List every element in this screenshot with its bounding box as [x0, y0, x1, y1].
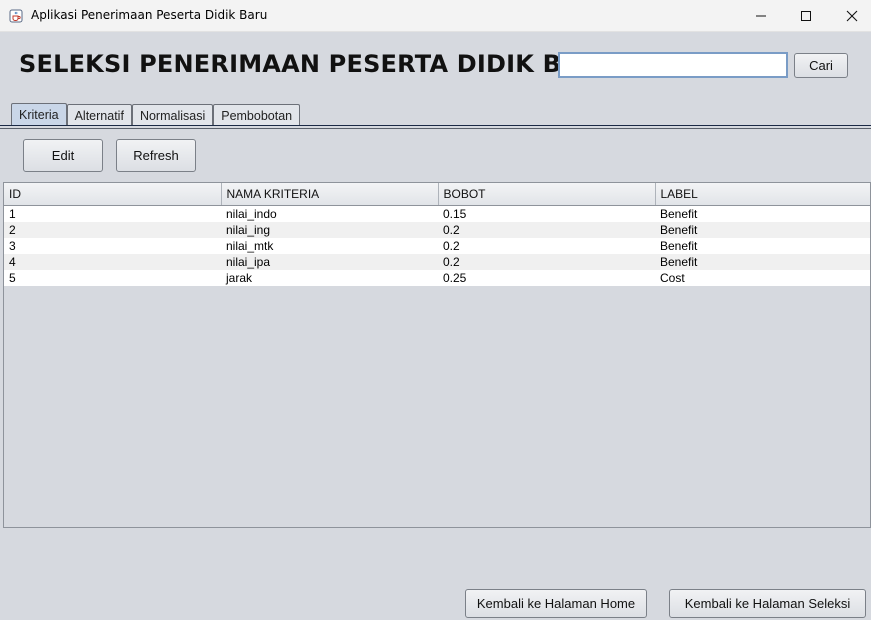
- column-header-bobot[interactable]: BOBOT: [438, 183, 656, 206]
- cell-label: Benefit: [655, 254, 870, 270]
- tab-kriteria[interactable]: Kriteria: [11, 103, 67, 126]
- column-header-id[interactable]: ID: [4, 183, 222, 206]
- cell-id: 3: [4, 238, 221, 254]
- cell-id: 4: [4, 254, 221, 270]
- table-row[interactable]: 3 nilai_mtk 0.2 Benefit: [4, 238, 870, 254]
- page-title: SELEKSI PENERIMAAN PESERTA DIDIK BARU: [19, 50, 619, 78]
- search-input[interactable]: [558, 52, 788, 78]
- tab-normalisasi[interactable]: Normalisasi: [131, 104, 214, 126]
- tab-alternatif[interactable]: Alternatif: [66, 104, 132, 126]
- table-row[interactable]: 4 nilai_ipa 0.2 Benefit: [4, 254, 870, 270]
- cell-nama-kriteria: nilai_ipa: [221, 254, 438, 270]
- minimize-icon: [756, 15, 766, 16]
- maximize-button[interactable]: [783, 0, 829, 31]
- cell-label: Benefit: [655, 205, 870, 222]
- java-cup-icon: [9, 8, 23, 23]
- kriteria-table[interactable]: ID NAMA KRITERIA BOBOT LABEL 1 nilai_ind…: [3, 182, 871, 528]
- cell-bobot: 0.2: [438, 222, 655, 238]
- table-row[interactable]: 5 jarak 0.25 Cost: [4, 270, 870, 286]
- close-button[interactable]: [829, 0, 871, 31]
- column-header-label[interactable]: LABEL: [655, 183, 870, 206]
- search-button[interactable]: Cari: [794, 53, 848, 78]
- tab-pembobotan[interactable]: Pembobotan: [213, 104, 301, 126]
- table-row[interactable]: 1 nilai_indo 0.15 Benefit: [4, 205, 870, 222]
- close-icon: [846, 10, 858, 21]
- cell-bobot: 0.2: [438, 238, 655, 254]
- table-header-row: ID NAMA KRITERIA BOBOT LABEL: [4, 183, 870, 206]
- edit-button[interactable]: Edit: [23, 139, 103, 172]
- maximize-icon: [801, 10, 811, 21]
- tab-bar: Kriteria Alternatif Normalisasi Pembobot…: [11, 103, 301, 127]
- cell-nama-kriteria: jarak: [221, 270, 438, 286]
- seleksi-button[interactable]: Kembali ke Halaman Seleksi: [669, 589, 866, 618]
- minimize-button[interactable]: [738, 0, 784, 31]
- window-titlebar: Aplikasi Penerimaan Peserta Didik Baru: [0, 0, 871, 32]
- tab-panel-border: [0, 128, 871, 129]
- cell-nama-kriteria: nilai_mtk: [221, 238, 438, 254]
- tab-divider: [0, 125, 871, 126]
- home-button[interactable]: Kembali ke Halaman Home: [465, 589, 647, 618]
- cell-label: Benefit: [655, 238, 870, 254]
- cell-id: 2: [4, 222, 221, 238]
- cell-nama-kriteria: nilai_indo: [221, 205, 438, 222]
- cell-bobot: 0.15: [438, 205, 655, 222]
- cell-id: 1: [4, 205, 221, 222]
- column-header-nama-kriteria[interactable]: NAMA KRITERIA: [221, 183, 439, 206]
- cell-label: Benefit: [655, 222, 870, 238]
- cell-bobot: 0.2: [438, 254, 655, 270]
- cell-id: 5: [4, 270, 221, 286]
- refresh-button[interactable]: Refresh: [116, 139, 196, 172]
- cell-nama-kriteria: nilai_ing: [221, 222, 438, 238]
- window-title: Aplikasi Penerimaan Peserta Didik Baru: [31, 8, 268, 22]
- cell-label: Cost: [655, 270, 870, 286]
- cell-bobot: 0.25: [438, 270, 655, 286]
- table-row[interactable]: 2 nilai_ing 0.2 Benefit: [4, 222, 870, 238]
